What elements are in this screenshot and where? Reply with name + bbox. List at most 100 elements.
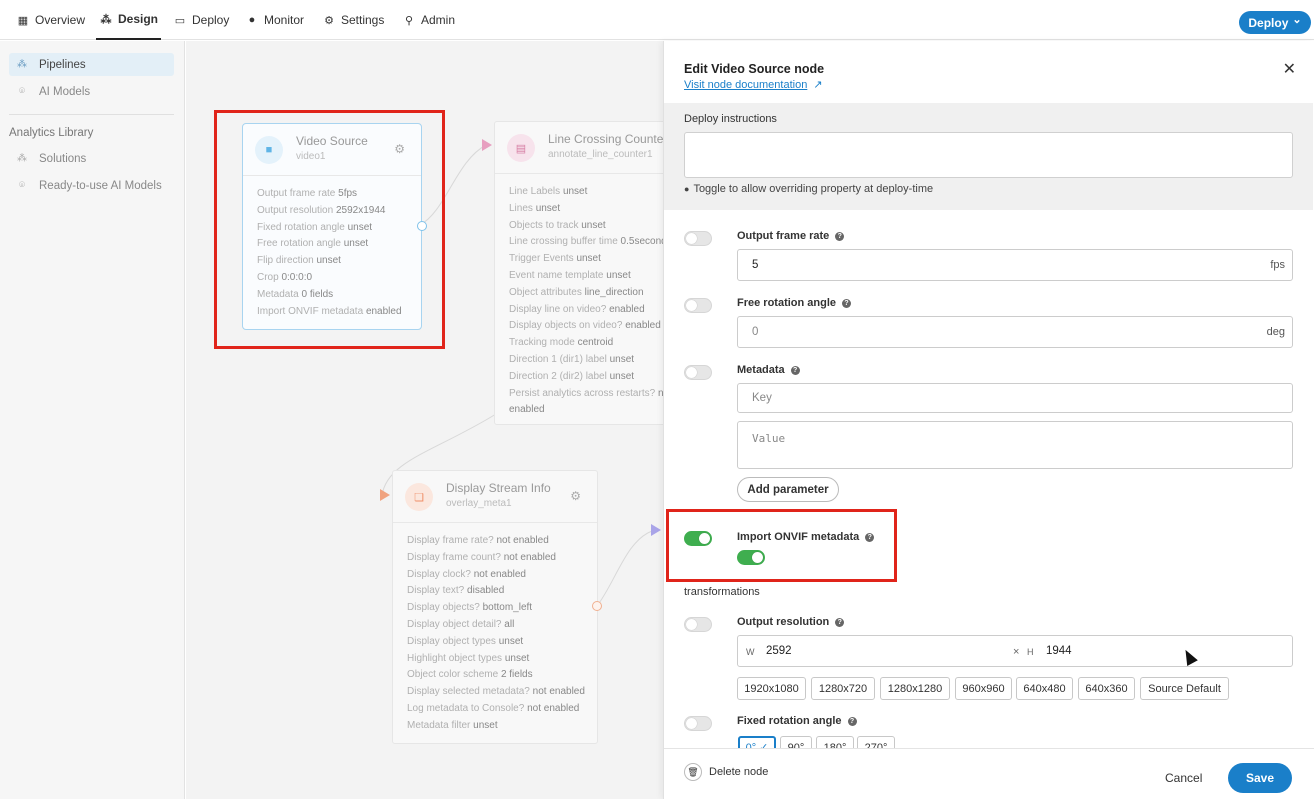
metadata-key-input[interactable]: Key — [737, 383, 1293, 413]
input-port[interactable] — [380, 489, 390, 501]
resolution-preset[interactable]: 640x480 — [1016, 677, 1073, 700]
tab-deploy[interactable]: ▭ Deploy — [173, 0, 230, 40]
node-display-stream-info[interactable]: ❏ Display Stream Info overlay_meta1 ⚙ Di… — [392, 470, 598, 744]
override-toggle-metadata[interactable] — [684, 365, 712, 380]
node-prop: Display selected metadata? not enabled — [407, 686, 585, 698]
toggle-icon: ● — [684, 184, 690, 194]
tab-label: Design — [118, 12, 159, 26]
node-props: Display frame rate? not enabled Display … — [393, 523, 597, 745]
deploy-button[interactable]: Deploy ⌄ — [1239, 11, 1311, 34]
highlight-box — [214, 110, 445, 349]
node-prop: Display objects? bottom_left — [407, 602, 533, 614]
scan-icon: ⌾ — [19, 180, 25, 191]
node-prop: Display objects on video? enabled — [509, 320, 661, 332]
add-parameter-button[interactable]: Add parameter — [737, 477, 839, 502]
field-label: Output frame rate? — [737, 230, 845, 242]
sidebar-item-ai-models[interactable]: ⌾ AI Models — [9, 80, 174, 103]
rotation-option-90[interactable]: 90° — [780, 736, 812, 748]
gear-icon: ⚙ — [324, 14, 334, 27]
trash-icon[interactable]: 🗑 — [684, 763, 702, 781]
resolution-preset[interactable]: 1280x1280 — [880, 677, 950, 700]
external-link-icon: ↗ — [813, 79, 823, 91]
deploy-hint: ● Toggle to allow overriding property at … — [684, 183, 934, 195]
node-prop: Display frame rate? not enabled — [407, 535, 549, 546]
resolution-input[interactable]: W 2592 × H 1944 — [737, 635, 1293, 667]
resolution-preset[interactable]: 640x360 — [1078, 677, 1135, 700]
node-subtitle: overlay_meta1 — [446, 498, 512, 509]
sidebar-item-label: Pipelines — [39, 58, 86, 71]
resolution-preset[interactable]: Source Default — [1140, 677, 1229, 700]
node-prop: Event name template unset — [509, 269, 631, 281]
close-icon[interactable]: ✕ — [1283, 59, 1296, 79]
resolution-preset[interactable]: 960x960 — [955, 677, 1012, 700]
input-port[interactable] — [651, 524, 661, 536]
help-icon[interactable]: ? — [835, 232, 845, 241]
rotation-option-180[interactable]: 180° — [816, 736, 854, 748]
node-prop: Object attributes line_direction — [509, 286, 644, 298]
node-prop: Log metadata to Console? not enabled — [407, 702, 580, 714]
node-prop: Line Labels unset — [509, 186, 588, 197]
sidebar-item-pipelines[interactable]: ⁂ Pipelines — [9, 53, 174, 76]
node-subtitle: annotate_line_counter1 — [548, 149, 653, 160]
tab-admin[interactable]: ⚲ Admin — [402, 0, 455, 40]
node-prop: Display object types unset — [407, 635, 524, 647]
resolution-preset[interactable]: 1920x1080 — [737, 677, 806, 700]
clipboard-icon: ▤ — [507, 134, 535, 162]
help-icon[interactable]: ? — [790, 366, 800, 375]
node-prop: Lines unset — [509, 202, 561, 214]
override-toggle-frame-rate[interactable] — [684, 231, 712, 246]
unit-label: fps — [1270, 259, 1285, 271]
deploy-instructions-section: Deploy instructions ● Toggle to allow ove… — [664, 103, 1313, 210]
resolution-preset[interactable]: 1280x720 — [811, 677, 875, 700]
sidebar-item-solutions[interactable]: ⁂ Solutions — [9, 147, 174, 170]
frame-rate-value: 5 — [752, 259, 759, 271]
delete-node-button[interactable]: Delete node — [709, 766, 768, 778]
node-header: ❏ Display Stream Info overlay_meta1 ⚙ — [393, 471, 597, 523]
node-line-crossing-counter[interactable]: ▤ Line Crossing Counter annotate_line_co… — [494, 121, 664, 425]
metadata-value-input[interactable]: Value — [737, 421, 1293, 469]
tab-settings[interactable]: ⚙ Settings — [322, 0, 384, 40]
tab-label: Settings — [341, 13, 385, 27]
doc-link[interactable]: Visit node documentation ↗ — [684, 78, 823, 91]
rotation-option-0[interactable]: 0° ✓ — [738, 736, 776, 748]
free-rotation-input[interactable]: 0 deg — [737, 316, 1293, 348]
help-icon[interactable]: ? — [835, 618, 845, 627]
sidebar-item-ready-models[interactable]: ⌾ Ready-to-use AI Models — [9, 174, 174, 197]
rotation-option-270[interactable]: 270° — [857, 736, 895, 748]
node-prop: Display frame count? not enabled — [407, 551, 556, 563]
user-settings-icon: ⚲ — [404, 14, 414, 27]
sitemap-icon: ⁂ — [100, 13, 112, 26]
input-port[interactable] — [482, 139, 492, 151]
section-title: transformations — [684, 586, 760, 598]
deploy-instructions-input[interactable] — [684, 132, 1293, 178]
frame-rate-input[interactable]: 5 fps — [737, 249, 1293, 281]
sidebar-divider — [9, 114, 174, 115]
monitor-icon: ▭ — [174, 14, 186, 27]
node-prop: Persist analytics across restarts? not — [509, 387, 664, 399]
doc-link-text: Visit node documentation — [684, 79, 808, 91]
output-port[interactable] — [592, 601, 602, 611]
save-button[interactable]: Save — [1228, 763, 1292, 793]
cancel-button[interactable]: Cancel — [1165, 771, 1202, 785]
override-toggle-resolution[interactable] — [684, 617, 712, 632]
tab-monitor[interactable]: ● Monitor — [245, 0, 304, 40]
gear-icon[interactable]: ⚙ — [570, 489, 581, 503]
node-prop: enabled — [509, 404, 545, 416]
node-props: Line Labels unset Lines unset Objects to… — [495, 174, 664, 429]
panel-body[interactable]: Deploy instructions ● Toggle to allow ove… — [664, 103, 1314, 748]
node-prop: Display text? disabled — [407, 585, 505, 597]
height-label: H — [1027, 647, 1034, 657]
help-icon[interactable]: ? — [847, 717, 857, 726]
override-toggle-fixed-rotation[interactable] — [684, 716, 712, 731]
tab-design[interactable]: ⁂ Design — [96, 0, 162, 40]
help-icon[interactable]: ? — [842, 299, 852, 308]
tab-label: Admin — [421, 13, 456, 27]
sidebar-heading: Analytics Library — [9, 127, 94, 139]
sidebar-item-label: Ready-to-use AI Models — [39, 179, 162, 192]
override-toggle-free-rotation[interactable] — [684, 298, 712, 313]
tab-label: Monitor — [264, 13, 305, 27]
sitemap-icon: ⁂ — [17, 59, 27, 70]
field-label: Output resolution? — [737, 616, 845, 628]
sidebar-item-label: AI Models — [39, 85, 91, 98]
tab-overview[interactable]: ▦ Overview — [16, 0, 85, 40]
